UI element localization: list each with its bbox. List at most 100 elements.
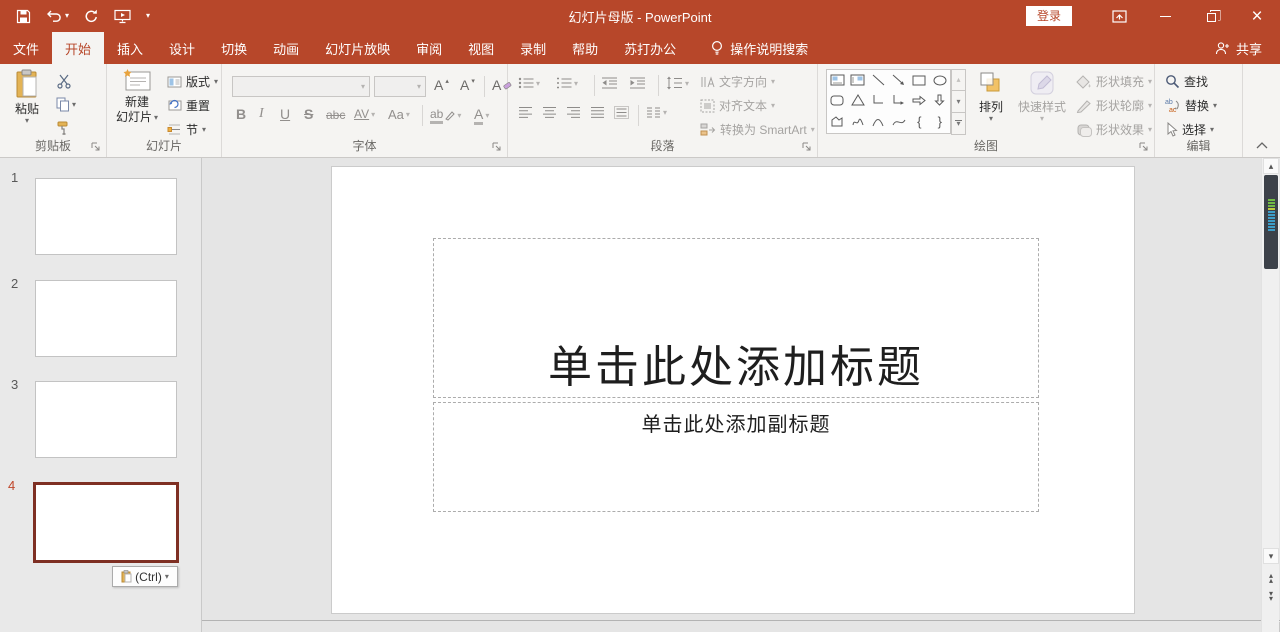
- arrange-button[interactable]: 排列 ▾: [972, 70, 1010, 144]
- tab-transitions[interactable]: 切换: [208, 32, 260, 64]
- tell-me-search[interactable]: 操作说明搜索: [711, 32, 808, 64]
- quick-styles-button[interactable]: 快速样式 ▾: [1014, 70, 1070, 144]
- right-arrow-icon[interactable]: [909, 90, 930, 110]
- collapse-ribbon-button[interactable]: [1256, 142, 1268, 149]
- scribble-icon[interactable]: [848, 110, 869, 133]
- paste-button[interactable]: 粘贴 ▾: [6, 69, 48, 145]
- section-button[interactable]: 节 ▾: [167, 121, 206, 138]
- columns-button[interactable]: ▾: [646, 106, 667, 119]
- ribbon-display-options-button[interactable]: [1096, 0, 1142, 32]
- line-arrow-icon[interactable]: [889, 70, 910, 90]
- numbering-button[interactable]: ▾: [556, 76, 578, 90]
- justify-button[interactable]: [590, 106, 605, 119]
- strikethrough-button[interactable]: abc: [326, 108, 345, 122]
- arc-icon[interactable]: [868, 110, 889, 133]
- paragraph-dialog-launcher[interactable]: [802, 142, 812, 152]
- horizontal-textbox-icon[interactable]: [827, 70, 848, 90]
- font-name-combo[interactable]: ▾: [232, 76, 370, 97]
- vertical-textbox-icon[interactable]: [848, 70, 869, 90]
- distribute-button[interactable]: [614, 106, 629, 119]
- share-button[interactable]: 共享: [1215, 32, 1280, 64]
- grow-font-button[interactable]: A▴: [434, 77, 449, 93]
- tab-soda-office[interactable]: 苏打办公: [611, 32, 689, 64]
- change-case-button[interactable]: Aa▾: [388, 107, 410, 122]
- convert-to-smartart-button[interactable]: 转换为 SmartArt ▾: [700, 121, 815, 138]
- rounded-rectangle-icon[interactable]: [827, 90, 848, 110]
- italic-button[interactable]: I: [259, 106, 264, 122]
- close-button[interactable]: ×: [1234, 0, 1280, 32]
- character-spacing-button[interactable]: AV▾: [354, 107, 375, 121]
- clipboard-dialog-launcher[interactable]: [91, 142, 101, 152]
- subtitle-placeholder[interactable]: 单击此处添加副标题: [433, 402, 1039, 512]
- slide-editing-area[interactable]: 单击此处添加标题 单击此处添加副标题: [331, 166, 1135, 614]
- undo-dropdown-icon[interactable]: ▾: [65, 12, 69, 20]
- cut-button[interactable]: [56, 74, 72, 89]
- tab-record[interactable]: 录制: [507, 32, 559, 64]
- bullets-button[interactable]: ▾: [518, 76, 540, 90]
- decrease-indent-button[interactable]: [601, 76, 618, 90]
- paste-options-button[interactable]: (Ctrl) ▾: [112, 566, 178, 587]
- shape-outline-button[interactable]: 形状轮廓 ▾: [1076, 97, 1152, 114]
- start-slideshow-button[interactable]: [114, 9, 131, 24]
- align-left-button[interactable]: [518, 106, 533, 119]
- underline-button[interactable]: U: [280, 106, 290, 122]
- shrink-font-button[interactable]: A▾: [460, 77, 475, 93]
- left-brace-icon[interactable]: {: [909, 110, 930, 133]
- minimize-button[interactable]: [1142, 0, 1188, 32]
- slide-1-thumbnail[interactable]: [35, 178, 177, 255]
- bold-button[interactable]: B: [236, 106, 246, 122]
- tab-animations[interactable]: 动画: [260, 32, 312, 64]
- replace-button[interactable]: abac 替换 ▾: [1165, 97, 1217, 114]
- line-spacing-button[interactable]: ▾: [666, 76, 689, 90]
- undo-button[interactable]: ▾: [46, 9, 69, 23]
- title-placeholder[interactable]: 单击此处添加标题: [433, 238, 1039, 398]
- align-text-button[interactable]: 对齐文本 ▾: [700, 97, 775, 114]
- text-direction-button[interactable]: 文字方向 ▾: [700, 73, 775, 90]
- redo-button[interactable]: [84, 9, 99, 24]
- layout-button[interactable]: 版式 ▾: [167, 73, 218, 90]
- tab-insert[interactable]: 插入: [104, 32, 156, 64]
- reset-button[interactable]: 重置: [167, 97, 210, 114]
- new-slide-button[interactable]: 新建 幻灯片▾: [112, 69, 162, 145]
- find-button[interactable]: 查找: [1165, 73, 1208, 90]
- line-icon[interactable]: [868, 70, 889, 90]
- next-slide-button[interactable]: ▾▾: [1262, 588, 1280, 603]
- align-center-button[interactable]: [542, 106, 557, 119]
- tab-review[interactable]: 审阅: [403, 32, 455, 64]
- vertical-scrollbar[interactable]: ▴ ▾ ▴▴ ▾▾: [1261, 158, 1279, 632]
- previous-slide-button[interactable]: ▴▴: [1262, 570, 1280, 585]
- font-dialog-launcher[interactable]: [492, 142, 502, 152]
- oval-icon[interactable]: [930, 70, 951, 90]
- tab-help[interactable]: 帮助: [559, 32, 611, 64]
- rectangle-icon[interactable]: [909, 70, 930, 90]
- save-button[interactable]: [16, 9, 31, 24]
- elbow-connector-icon[interactable]: [868, 90, 889, 110]
- scrollbar-thumb[interactable]: [1264, 175, 1278, 269]
- customize-qat-button[interactable]: ▾: [146, 12, 150, 20]
- shape-effects-button[interactable]: 形状效果 ▾: [1076, 121, 1152, 138]
- font-color-button[interactable]: A▾: [474, 106, 489, 125]
- slide-4-thumbnail-selected[interactable]: [33, 482, 179, 563]
- shape-fill-button[interactable]: 形状填充 ▾: [1076, 73, 1152, 90]
- tab-file[interactable]: 文件: [0, 32, 52, 64]
- drawing-dialog-launcher[interactable]: [1139, 142, 1149, 152]
- scroll-up-button[interactable]: ▴: [1263, 158, 1279, 174]
- shape-gallery-up-button[interactable]: ▴: [951, 69, 966, 91]
- tab-home[interactable]: 开始: [52, 32, 104, 64]
- restore-button[interactable]: [1188, 0, 1234, 32]
- tab-design[interactable]: 设计: [156, 32, 208, 64]
- scroll-down-button[interactable]: ▾: [1263, 548, 1279, 564]
- down-arrow-icon[interactable]: [930, 90, 951, 110]
- login-button[interactable]: 登录: [1026, 6, 1072, 26]
- curve-icon[interactable]: [889, 110, 910, 133]
- right-brace-icon[interactable]: }: [930, 110, 951, 133]
- format-painter-button[interactable]: [56, 121, 71, 136]
- increase-indent-button[interactable]: [629, 76, 646, 90]
- copy-button[interactable]: ▾: [56, 97, 76, 112]
- triangle-icon[interactable]: [848, 90, 869, 110]
- shape-gallery-more-button[interactable]: ▾: [951, 113, 966, 135]
- text-shadow-button[interactable]: S: [304, 106, 313, 122]
- highlight-color-button[interactable]: ab▾: [430, 107, 461, 124]
- slide-3-thumbnail[interactable]: [35, 381, 177, 458]
- select-button[interactable]: 选择 ▾: [1165, 121, 1214, 138]
